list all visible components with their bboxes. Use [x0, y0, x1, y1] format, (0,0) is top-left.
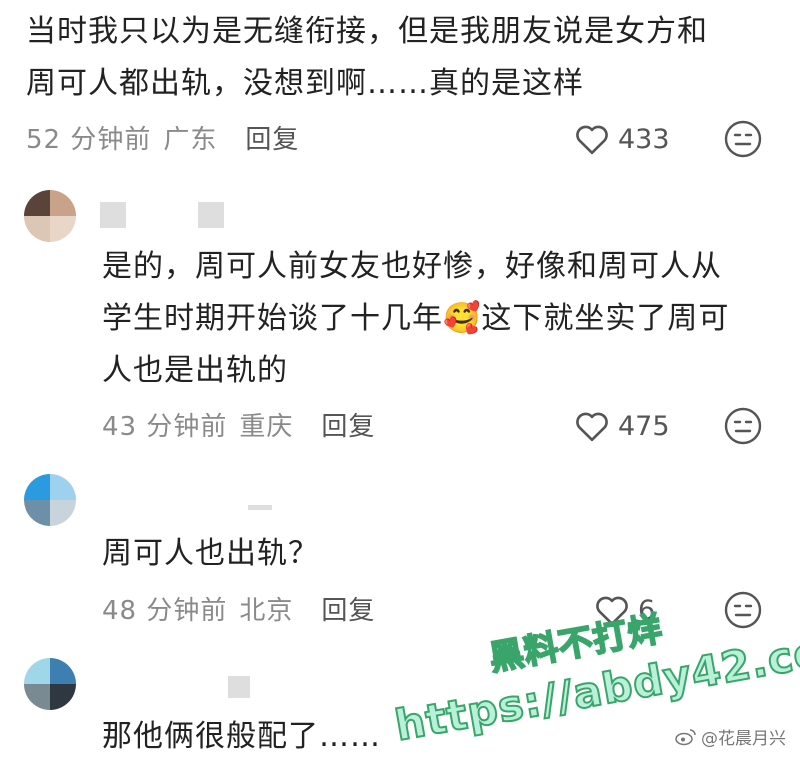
meh-face-icon[interactable] — [723, 590, 763, 630]
avatar[interactable] — [24, 190, 76, 242]
like-count: 433 — [618, 123, 670, 155]
like-count: 6 — [638, 594, 656, 626]
reply-button[interactable]: 回复 — [321, 406, 375, 443]
avatar[interactable] — [24, 658, 76, 710]
meh-face-icon[interactable] — [723, 119, 763, 159]
heart-outline-icon — [576, 412, 608, 442]
heart-outline-icon — [576, 125, 608, 155]
meh-face-icon[interactable] — [723, 406, 763, 446]
comment-location: 重庆 — [239, 411, 294, 442]
weibo-icon — [675, 728, 696, 745]
comment-location: 广东 — [163, 124, 218, 155]
comment-meta: 48 分钟前 北京 回复 — [102, 588, 375, 628]
username-redacted — [228, 676, 250, 698]
comment-text: 周可人也出轨？ — [102, 536, 319, 571]
username-redacted — [100, 202, 126, 228]
avatar[interactable] — [24, 474, 76, 526]
comment-location: 北京 — [239, 595, 294, 626]
username-redacted — [248, 505, 272, 510]
comment-meta: 43 分钟前 重庆 回复 — [102, 404, 375, 444]
comment-text: 当时我只以为是无缝衔接，但是我朋友说是女方和 周可人都出轨，没想到啊……真的是这… — [26, 14, 708, 101]
comment-time: 43 分钟前 — [102, 411, 228, 442]
reply-button[interactable]: 回复 — [245, 119, 299, 156]
like-button[interactable]: 433 — [574, 119, 670, 159]
source-credit: @花晨月兴 — [675, 724, 786, 749]
reply-button[interactable]: 回复 — [321, 590, 375, 627]
comment-text: 那他俩很般配了…… — [102, 719, 381, 754]
comment-meta: 52 分钟前 广东 回复 — [26, 117, 299, 157]
credit-text: @花晨月兴 — [701, 729, 786, 749]
comment-time: 48 分钟前 — [102, 595, 228, 626]
comment-text: 是的，周可人前女友也好惨，好像和周可人从 学生时期开始谈了十几年🥰这下就坐实了周… — [102, 249, 730, 388]
like-button[interactable]: 475 — [574, 406, 670, 446]
like-count: 475 — [618, 410, 670, 442]
username-redacted — [198, 202, 224, 228]
comment-time: 52 分钟前 — [26, 124, 152, 155]
like-button[interactable]: 6 — [594, 590, 655, 630]
heart-outline-icon — [596, 596, 628, 626]
